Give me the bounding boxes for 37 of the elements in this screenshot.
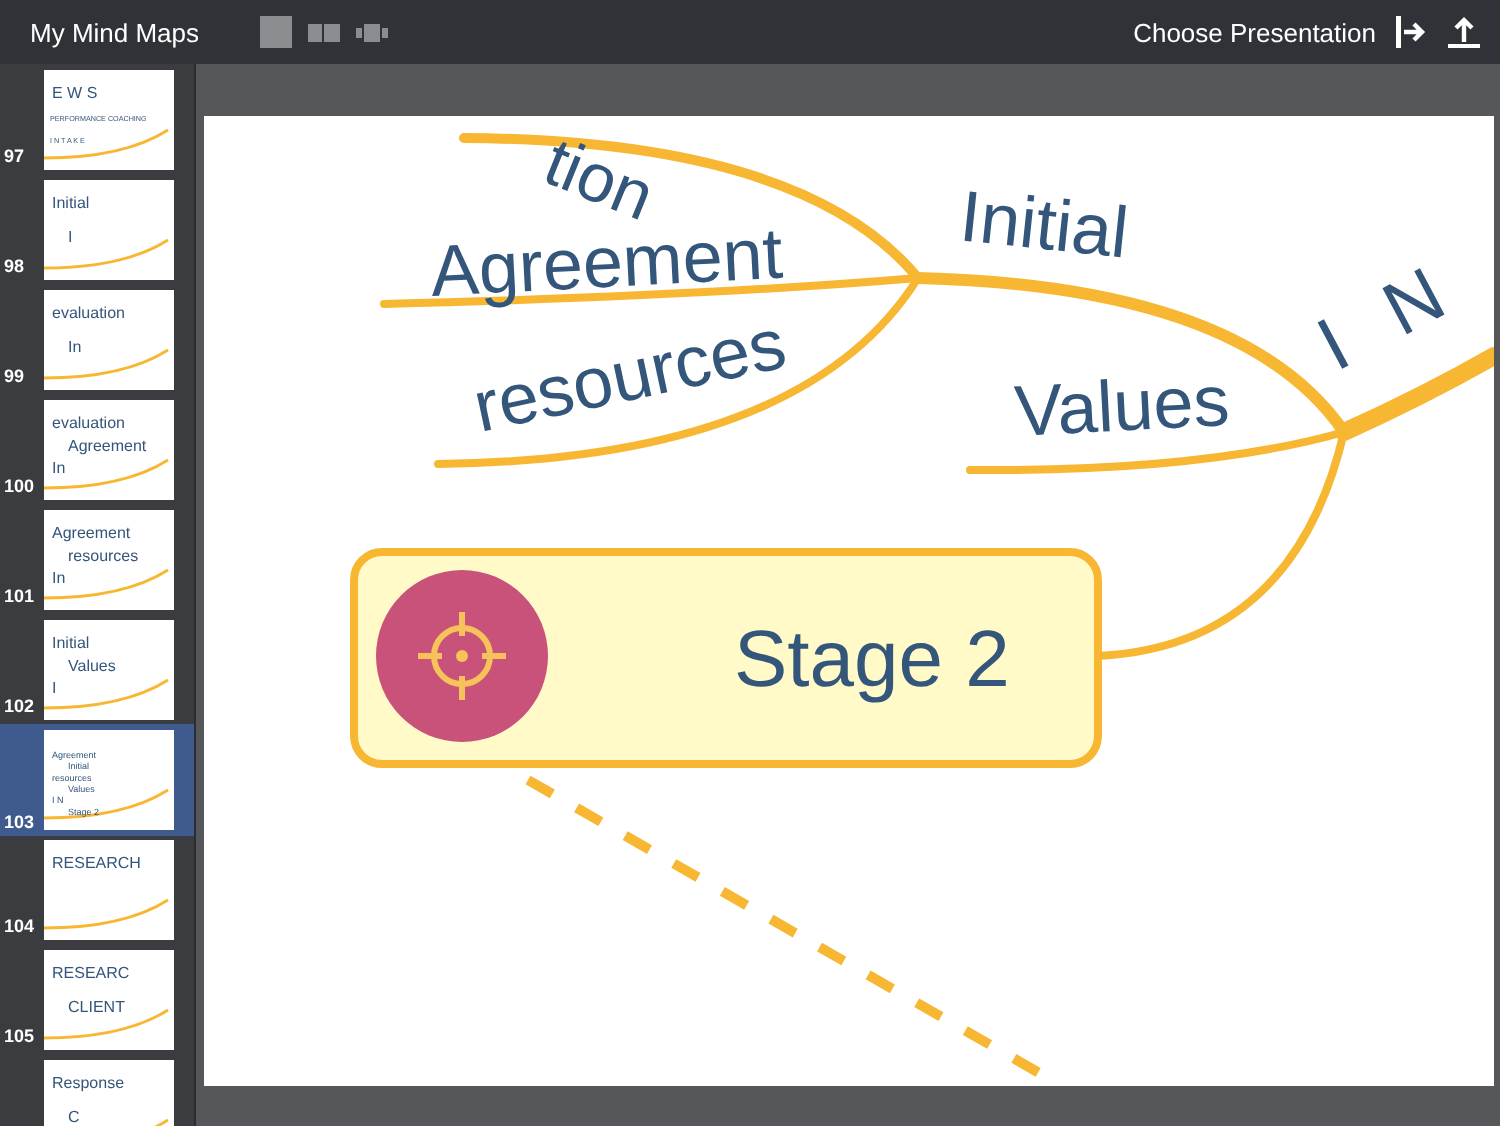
slide-thumbnail-row[interactable]: 101 Agreement resources In — [0, 510, 194, 610]
slide-number: 105 — [4, 1026, 35, 1046]
slide-thumbnail-row[interactable]: 105 RESEARC CLIENT — [0, 950, 194, 1050]
slide-number: 99 — [4, 366, 25, 386]
slide-thumbnail-row[interactable]: 99 evaluation In — [0, 290, 194, 390]
share-icon[interactable] — [1448, 16, 1480, 48]
branch-label[interactable]: Initial — [956, 174, 1133, 274]
slide-thumbnail-row[interactable]: 100 evaluation Agreement In — [0, 400, 194, 500]
slide-thumbnail[interactable]: RESEARCH — [44, 840, 174, 940]
slide-thumbnail-row[interactable]: 98 Initial I — [0, 180, 194, 280]
slide-thumbnail[interactable]: evaluation Agreement In — [44, 400, 174, 500]
slide-number: 98 — [4, 256, 25, 276]
branch-label[interactable]: Values — [1012, 358, 1232, 452]
app-title: My Mind Maps — [30, 17, 200, 47]
branch-label[interactable]: I N — [1305, 245, 1473, 388]
slide-number: 97 — [4, 146, 25, 166]
single-view-icon[interactable] — [259, 16, 292, 48]
slide-number: 100 — [4, 476, 35, 496]
slide-number: 103 — [4, 812, 35, 832]
target-icon — [376, 570, 548, 742]
slide-number: 101 — [4, 586, 35, 606]
split-view-icon[interactable] — [307, 23, 340, 41]
branch-label[interactable]: tion — [534, 124, 665, 236]
slide-thumbnail[interactable]: evaluation In — [44, 290, 174, 390]
slide-thumbnail[interactable]: RESEARC CLIENT — [44, 950, 174, 1050]
slide-thumbnail[interactable]: Agreement resources In — [44, 510, 174, 610]
slide-thumbnail-row[interactable]: Response C — [0, 1060, 194, 1126]
slide-thumbnail-row[interactable]: 104 RESEARCH — [0, 840, 194, 940]
slide-number: 102 — [4, 696, 35, 716]
slide-thumbnail[interactable]: Initial Values I — [44, 620, 174, 720]
present-icon[interactable] — [1396, 16, 1428, 48]
choose-presentation-button[interactable]: Choose Presentation — [1133, 17, 1376, 47]
slide-thumbnail-row[interactable]: 102 Initial Values I — [0, 620, 194, 720]
slide-thumbnail[interactable]: Initial I — [44, 180, 174, 280]
slide-thumbnail[interactable]: Response C — [44, 1060, 174, 1126]
filmstrip-icon[interactable] — [355, 23, 388, 41]
slide-number: 104 — [4, 916, 35, 936]
